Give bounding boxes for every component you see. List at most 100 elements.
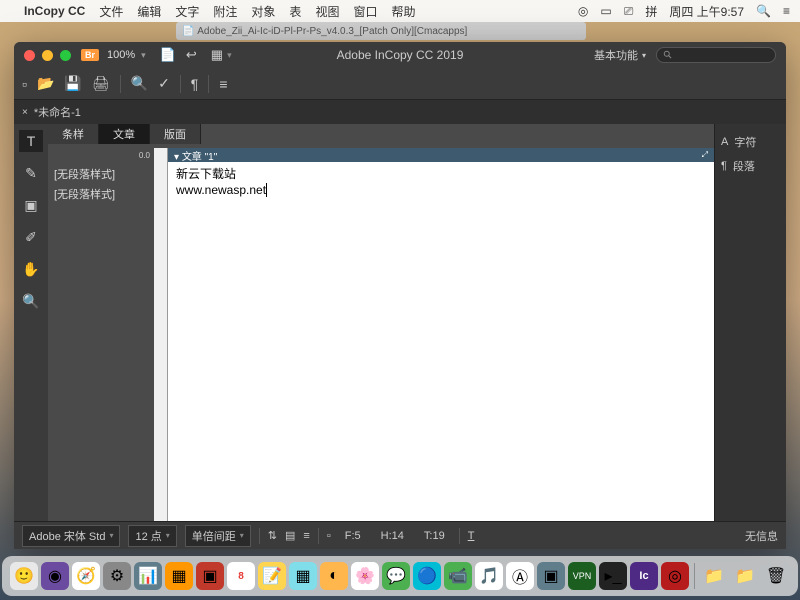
dock-safari-icon[interactable]: 🧭 <box>72 562 100 590</box>
menu-edit[interactable]: 编辑 <box>137 3 161 20</box>
print-icon[interactable]: 🖨 <box>92 75 110 92</box>
menu-window[interactable]: 窗口 <box>353 3 377 20</box>
finder-window-tab[interactable]: 📄 Adobe_Zii_Ai-Ic-iD-Pl-Pr-Ps_v4.0.3_[Pa… <box>176 22 586 40</box>
stat-h: H:14 <box>375 530 410 542</box>
dock-settings-icon[interactable]: ⚙ <box>103 562 131 590</box>
dock-vpn-icon[interactable]: VPN <box>568 562 596 590</box>
dock-app-icon[interactable]: ▦ <box>289 562 317 590</box>
dock-incopy-icon[interactable]: Ic <box>630 562 658 590</box>
font-name: Adobe 宋体 Std <box>29 528 105 544</box>
tab-galley[interactable]: 条样 <box>48 124 99 144</box>
menu-object[interactable]: 对象 <box>251 3 275 20</box>
dock-separator <box>694 563 695 589</box>
dock-folder-icon[interactable]: 📁 <box>700 562 728 590</box>
chevron-down-icon: ▾ <box>240 531 244 540</box>
text-editor[interactable]: 新云下载站 www.newasp.net <box>168 162 714 521</box>
type-tool[interactable]: T <box>19 130 43 152</box>
paragraph-icon: ¶ <box>721 160 727 172</box>
align-icon[interactable]: ⇅ <box>268 529 277 542</box>
dock-app-icon[interactable]: ▣ <box>196 562 224 590</box>
type-icon[interactable]: T <box>468 530 475 542</box>
workspace-switcher[interactable]: 基本功能 ▾ <box>594 47 646 63</box>
style-row[interactable]: [无段落样式] <box>48 164 154 184</box>
notes-icon[interactable]: 📄 <box>160 47 176 63</box>
note-tool[interactable]: ✎ <box>19 162 43 184</box>
menu-type[interactable]: 文字 <box>175 3 199 20</box>
dock-facetime-icon[interactable]: 📹 <box>444 562 472 590</box>
font-selector[interactable]: Adobe 宋体 Std▾ <box>22 525 120 547</box>
dock-cc-icon[interactable]: ◎ <box>661 562 689 590</box>
dock-calendar-icon[interactable]: 8 <box>227 562 255 590</box>
battery-icon[interactable]: ▭ <box>600 4 611 18</box>
leading-value: 单倍间距 <box>192 528 236 544</box>
layout-icon[interactable]: ▦ <box>211 47 223 63</box>
size-selector[interactable]: 12 点▾ <box>128 525 176 547</box>
dock-appstore-icon[interactable]: Ⓐ <box>506 562 534 590</box>
dock-trash-icon[interactable]: 🗑 <box>762 562 790 590</box>
character-panel[interactable]: A字符 <box>719 130 782 154</box>
menu-table[interactable]: 表 <box>289 3 301 20</box>
close-icon[interactable]: × <box>22 107 28 118</box>
style-row[interactable]: [无段落样式] <box>48 184 154 204</box>
find-icon[interactable]: 🔍 <box>131 75 148 92</box>
siri-icon[interactable]: ≡ <box>783 4 790 18</box>
ime-icon[interactable]: 拼 <box>645 3 657 20</box>
dock-photos-icon[interactable]: 🌸 <box>351 562 379 590</box>
minimize-button[interactable] <box>42 50 53 61</box>
text-icon[interactable]: ≡ <box>303 530 309 542</box>
dock-app-icon[interactable]: ▦ <box>165 562 193 590</box>
paragraph-panel[interactable]: ¶段落 <box>719 154 782 178</box>
zoom-level[interactable]: 100% <box>107 49 135 61</box>
new-doc-icon[interactable]: ▫ <box>22 76 27 92</box>
dock-terminal-icon[interactable]: ▸_ <box>599 562 627 590</box>
position-tool[interactable]: ▣ <box>19 194 43 216</box>
datetime[interactable]: 周四 上午9:57 <box>669 3 744 20</box>
dock-activity-icon[interactable]: 📊 <box>134 562 162 590</box>
dock-finder-icon[interactable]: 🙂 <box>10 562 38 590</box>
cc-icon[interactable]: ◎ <box>578 4 588 18</box>
page-icon[interactable]: ▫ <box>327 530 331 542</box>
right-panel: A字符 ¶段落 <box>714 124 786 521</box>
macos-dock: 🙂 ◉ 🧭 ⚙ 📊 ▦ ▣ 8 📝 ▦ ◐ 🌸 💬 🔵 📹 🎵 Ⓐ ▣ VPN … <box>2 556 798 596</box>
menu-view[interactable]: 视图 <box>315 3 339 20</box>
spell-icon[interactable]: ✓ <box>158 75 170 92</box>
menu-help[interactable]: 帮助 <box>391 3 415 20</box>
open-icon[interactable]: 📂 <box>37 75 54 92</box>
columns-icon[interactable]: ▤ <box>285 529 295 542</box>
separator <box>259 528 260 544</box>
expand-icon[interactable]: ⤢ <box>702 150 708 160</box>
menu-file[interactable]: 文件 <box>99 3 123 20</box>
dock-app-icon[interactable]: 🔵 <box>413 562 441 590</box>
tools-panel: T ✎ ▣ ✐ ✋ 🔍 <box>14 124 48 521</box>
dock-siri-icon[interactable]: ◉ <box>41 562 69 590</box>
search-input[interactable] <box>656 47 776 63</box>
bridge-badge[interactable]: Br <box>81 49 99 61</box>
control-icon[interactable]: ⎚ <box>624 4 634 19</box>
dock-messages-icon[interactable]: 💬 <box>382 562 410 590</box>
dock-app-icon[interactable]: ▣ <box>537 562 565 590</box>
app-name[interactable]: InCopy CC <box>24 4 85 18</box>
hand-tool[interactable]: ✋ <box>19 258 43 280</box>
search-icon[interactable]: 🔍 <box>756 4 771 18</box>
tab-story[interactable]: 文章 <box>99 124 150 144</box>
chevron-down-icon[interactable]: ▾ <box>227 50 232 61</box>
close-button[interactable] <box>24 50 35 61</box>
save-icon[interactable]: 💾 <box>64 75 81 92</box>
dock-app-icon[interactable]: ◐ <box>320 562 348 590</box>
tab-layout[interactable]: 版面 <box>150 124 201 144</box>
zoom-tool[interactable]: 🔍 <box>19 290 43 312</box>
pilcrow-icon[interactable]: ¶ <box>191 76 199 92</box>
collapse-icon[interactable]: ▾ <box>174 152 179 163</box>
story-header[interactable]: ▾ 文章 "1" ⤢ <box>168 148 714 162</box>
menu-icon[interactable]: ≡ <box>219 76 227 92</box>
dock-folder-icon[interactable]: 📁 <box>731 562 759 590</box>
dock-itunes-icon[interactable]: 🎵 <box>475 562 503 590</box>
dock-notes-icon[interactable]: 📝 <box>258 562 286 590</box>
maximize-button[interactable] <box>60 50 71 61</box>
document-tab[interactable]: × *未命名-1 <box>22 104 81 120</box>
zoom-dropdown[interactable]: ▾ <box>141 50 146 61</box>
leading-selector[interactable]: 单倍间距 ▾ <box>185 525 251 547</box>
menu-notes[interactable]: 附注 <box>213 3 237 20</box>
back-icon[interactable]: ↩ <box>186 47 197 63</box>
eyedropper-tool[interactable]: ✐ <box>19 226 43 248</box>
